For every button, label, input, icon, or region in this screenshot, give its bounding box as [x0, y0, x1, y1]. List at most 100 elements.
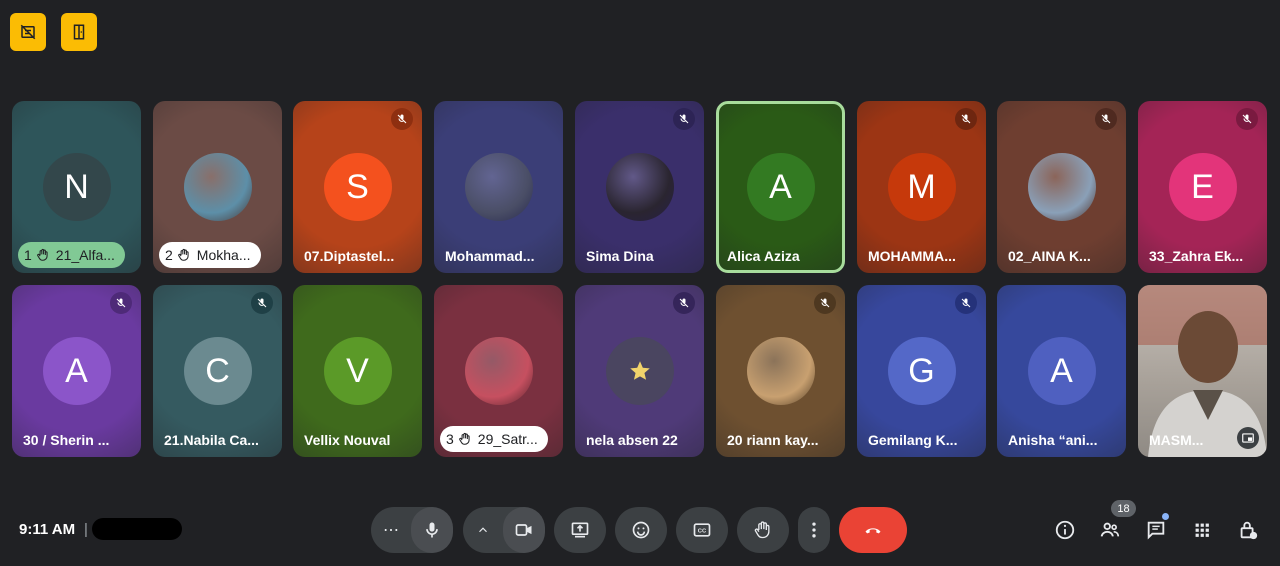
participant-tile[interactable]: G Gemilang K... — [857, 285, 986, 457]
participant-tile[interactable]: MASM... — [1138, 285, 1267, 457]
hand-icon — [454, 432, 478, 446]
mic-button[interactable] — [411, 507, 453, 553]
people-icon — [1100, 522, 1120, 537]
participant-avatar: M — [887, 153, 956, 221]
mic-off-icon — [391, 108, 413, 130]
mic-off-icon — [673, 108, 695, 130]
hand-icon — [32, 248, 56, 262]
present-button[interactable] — [554, 507, 606, 553]
participant-name: Sima Dina — [586, 248, 654, 264]
participant-name: Mokha... — [196, 247, 251, 263]
participant-tile[interactable]: Mohammad... — [434, 101, 563, 273]
more-video-button[interactable] — [463, 523, 503, 537]
participant-name: 21_Alfa... — [55, 247, 115, 263]
participant-tile[interactable]: M MOHAMMA... — [857, 101, 986, 273]
mic-off-icon — [110, 292, 132, 314]
participant-tile[interactable]: 20 riann kay... — [716, 285, 845, 457]
host-controls-button[interactable] — [1235, 517, 1261, 543]
participant-tile[interactable]: 02_AINA K... — [997, 101, 1126, 273]
participant-count-badge: 18 — [1111, 500, 1136, 517]
participant-avatar: E — [1168, 153, 1237, 221]
door-exit-icon — [73, 24, 85, 40]
redacted-meeting-code — [92, 518, 182, 540]
chat-unread-dot — [1162, 513, 1169, 520]
participant-avatar: A — [1027, 337, 1096, 405]
participant-avatar-image — [183, 153, 252, 221]
raised-hand-name-pill: 2 Mokha... — [159, 242, 261, 268]
meeting-clock: 9:11 AM — [19, 521, 76, 538]
hand-icon — [754, 521, 770, 539]
info-icon — [1055, 520, 1075, 540]
participant-name: MOHAMMA... — [868, 248, 956, 264]
participant-name: MASM... — [1149, 432, 1204, 448]
mic-off-icon — [955, 292, 977, 314]
participant-tile[interactable]: 3 29_Satr... — [434, 285, 563, 457]
camera-button[interactable] — [503, 507, 545, 553]
end-call-button[interactable] — [839, 507, 907, 553]
meeting-info-button[interactable] — [1052, 517, 1078, 543]
raised-hand-name-pill: 1 21_Alfa... — [18, 242, 125, 268]
present-icon — [571, 522, 589, 538]
more-vert-icon — [812, 522, 816, 538]
participant-avatar-image — [746, 337, 815, 405]
participant-avatar: C — [183, 337, 252, 405]
participant-tile[interactable]: A 30 / Sherin ... — [12, 285, 141, 457]
participant-tile[interactable]: V Vellix Nouval — [293, 285, 422, 457]
participant-tile[interactable]: A Alica Aziza — [716, 101, 845, 273]
mic-off-icon — [955, 108, 977, 130]
captions-button[interactable]: CC — [676, 507, 728, 553]
mic-off-icon — [814, 292, 836, 314]
participant-avatar: A — [42, 337, 111, 405]
participant-tile[interactable]: A Anisha “ani... — [997, 285, 1126, 457]
mic-off-icon — [1095, 108, 1117, 130]
mic-off-icon — [1236, 108, 1258, 130]
mic-control-group: ⋯ — [371, 507, 453, 553]
video-off-indicator-button[interactable] — [10, 13, 46, 51]
camera-icon — [515, 524, 532, 536]
chevron-up-icon — [479, 527, 487, 533]
end-call-icon — [865, 528, 881, 534]
participant-tile[interactable]: nela absen 22 — [575, 285, 704, 457]
participant-avatar: S — [323, 153, 392, 221]
host-controls-icon — [1240, 521, 1258, 540]
participant-avatar: N — [42, 153, 111, 221]
mic-icon — [426, 522, 438, 538]
participant-avatar: V — [323, 337, 392, 405]
chat-icon — [1147, 521, 1165, 540]
participant-tile[interactable]: C 21.Nabila Ca... — [153, 285, 282, 457]
participant-tile[interactable]: E 33_Zahra Ek... — [1138, 101, 1267, 273]
emoji-button[interactable] — [615, 507, 667, 553]
participant-name: 21.Nabila Ca... — [164, 432, 259, 448]
people-button[interactable] — [1097, 517, 1123, 543]
ellipsis-icon: ⋯ — [383, 522, 399, 539]
participant-name: Alica Aziza — [727, 248, 800, 264]
participant-avatar-image — [1027, 153, 1096, 221]
participant-name: 33_Zahra Ek... — [1149, 248, 1244, 264]
hand-order: 1 — [24, 247, 32, 263]
activities-button[interactable] — [1189, 517, 1215, 543]
participant-name: 07.Diptastel... — [304, 248, 395, 264]
no-video-doc-icon — [20, 24, 36, 40]
participant-name: Gemilang K... — [868, 432, 958, 448]
more-audio-button[interactable]: ⋯ — [371, 520, 411, 540]
captions-icon: CC — [693, 523, 711, 537]
participant-avatar: G — [887, 337, 956, 405]
chat-button[interactable] — [1143, 517, 1169, 543]
mic-off-icon — [673, 292, 695, 314]
hand-order: 2 — [165, 247, 173, 263]
participant-name: Anisha “ani... — [1008, 432, 1098, 448]
participant-tile[interactable]: N 1 21_Alfa... — [12, 101, 141, 273]
participant-tile[interactable]: Sima Dina — [575, 101, 704, 273]
emoji-icon — [632, 521, 650, 539]
activities-icon — [1195, 523, 1209, 537]
participant-tile[interactable]: S 07.Diptastel... — [293, 101, 422, 273]
leave-room-indicator-button[interactable] — [61, 13, 97, 51]
raise-hand-button[interactable] — [737, 507, 789, 553]
camera-control-group — [463, 507, 545, 553]
participant-avatar-image — [464, 153, 533, 221]
meeting-separator: | — [84, 521, 88, 538]
participant-tile[interactable]: 2 Mokha... — [153, 101, 282, 273]
hand-order: 3 — [446, 431, 454, 447]
participant-name: nela absen 22 — [586, 432, 678, 448]
more-options-button[interactable] — [798, 507, 830, 553]
